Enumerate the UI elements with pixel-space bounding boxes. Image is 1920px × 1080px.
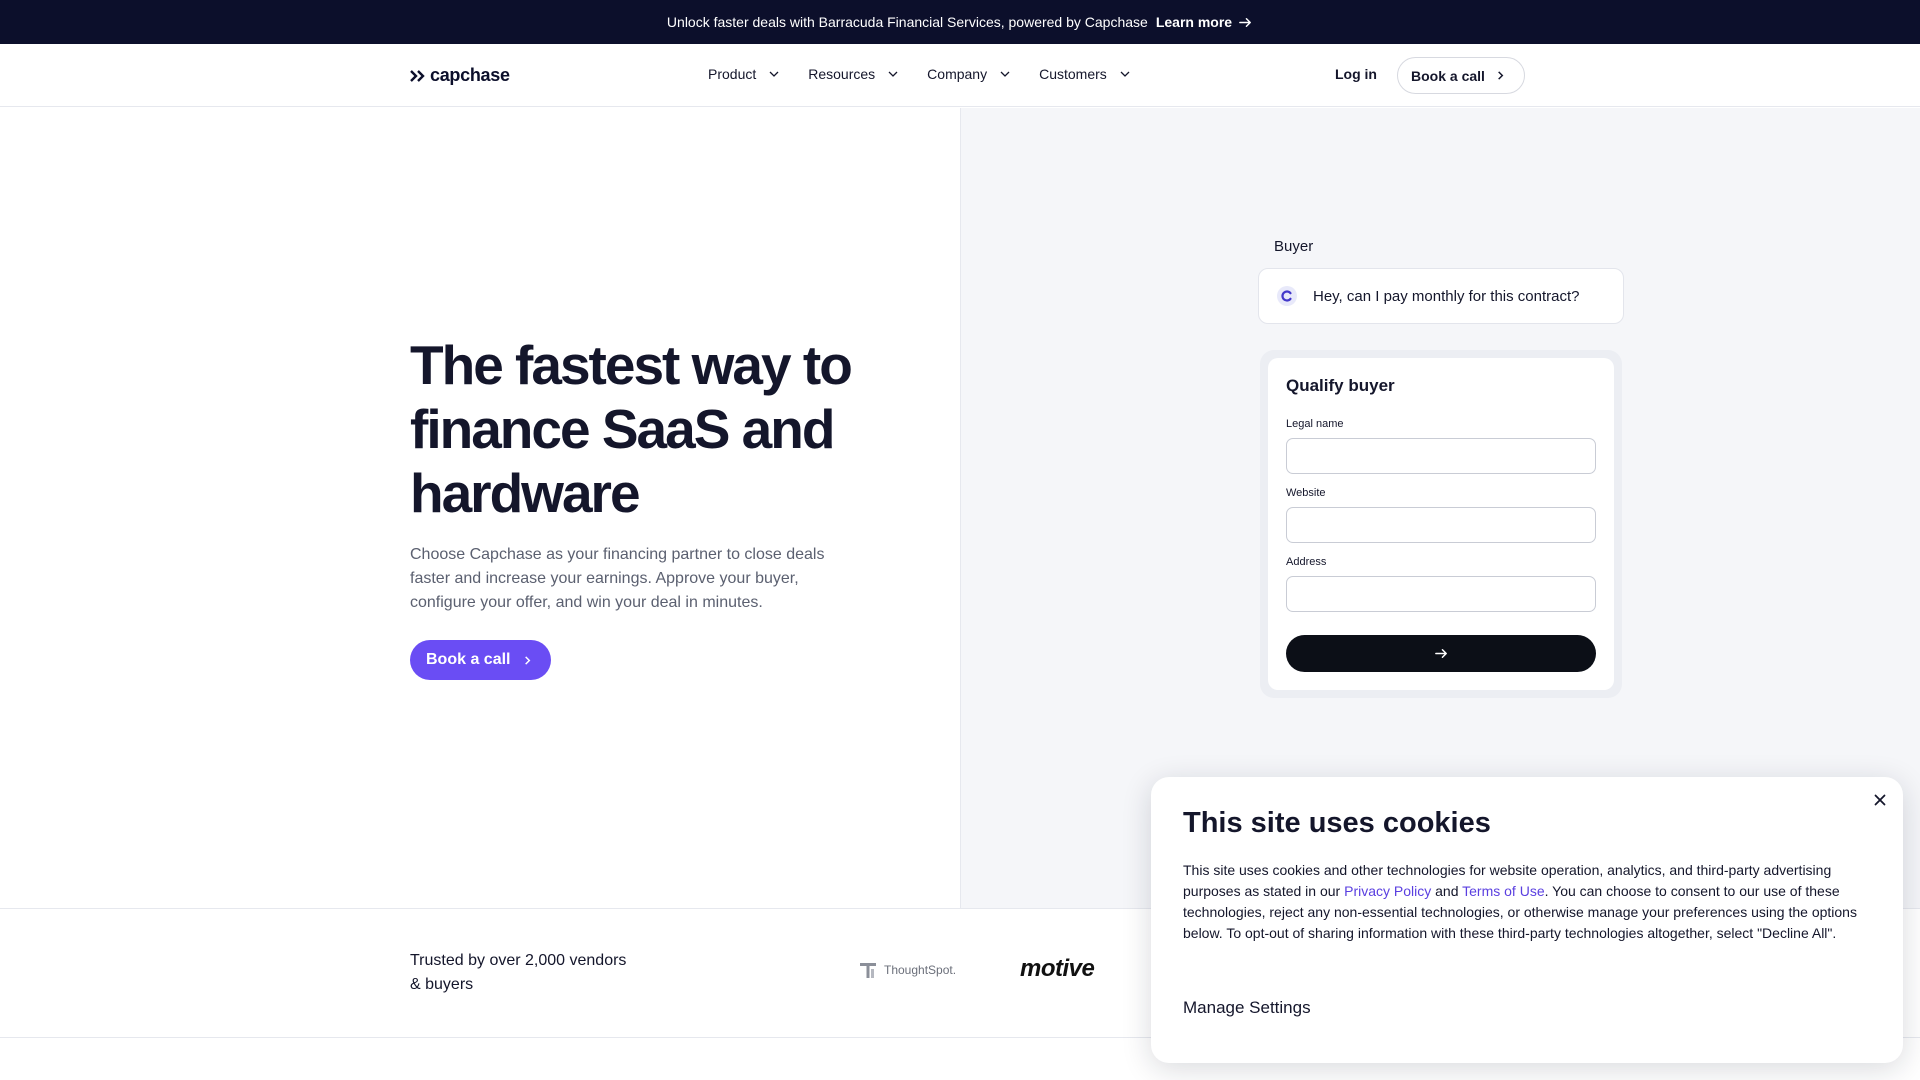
thoughtspot-logo: ThoughtSpot. <box>858 960 956 980</box>
legal-name-input[interactable] <box>1286 438 1596 474</box>
menu-product[interactable]: Product <box>708 66 780 82</box>
book-call-nav-button[interactable]: Book a call <box>1397 57 1525 94</box>
manage-settings-button[interactable]: Manage Settings <box>1183 998 1311 1018</box>
capchase-mark-icon <box>410 69 425 82</box>
announcement-bar: Unlock faster deals with Barracuda Finan… <box>0 0 1920 44</box>
chevron-right-icon <box>1498 71 1504 80</box>
address-label: Address <box>1286 556 1327 568</box>
menu-company[interactable]: Company <box>927 66 1011 82</box>
chevron-right-icon <box>525 655 531 665</box>
cta-label: Book a call <box>426 651 511 668</box>
thoughtspot-text: ThoughtSpot. <box>884 963 957 977</box>
chevron-down-icon <box>1000 71 1010 77</box>
login-link[interactable]: Log in <box>1335 66 1377 82</box>
qualify-submit-button[interactable] <box>1286 635 1596 672</box>
menu-label: Resources <box>808 66 876 82</box>
website-input[interactable] <box>1286 507 1596 543</box>
arrow-right-icon <box>1434 649 1447 658</box>
menu-label: Customers <box>1039 66 1107 82</box>
buyer-label: Buyer <box>1274 238 1314 255</box>
trusted-text: Trusted by over 2,000 vendors & buyers <box>410 952 627 993</box>
top-nav: capchase Product Resources Company Custo… <box>0 44 1920 107</box>
privacy-policy-link[interactable]: Privacy Policy <box>1344 883 1431 899</box>
menu-customers[interactable]: Customers <box>1039 66 1131 82</box>
legal-name-label: Legal name <box>1286 418 1344 430</box>
hero-headline: The fastest way to finance SaaS and hard… <box>410 334 853 524</box>
menu-resources[interactable]: Resources <box>808 66 899 82</box>
capchase-logo[interactable]: capchase <box>410 65 510 86</box>
chevron-down-icon <box>1120 71 1130 77</box>
qualify-title: Qualify buyer <box>1286 376 1395 395</box>
book-call-hero-button[interactable]: Book a call <box>410 640 552 680</box>
hero-subtext: Choose Capchase as your financing partne… <box>410 546 825 611</box>
cookie-text-2: and <box>1431 883 1463 899</box>
menu-label: Company <box>927 66 988 82</box>
motive-logo: motive <box>1020 955 1095 982</box>
chevron-down-icon <box>769 71 779 77</box>
capchase-c-icon <box>1281 290 1292 302</box>
menu-label: Product <box>708 66 757 82</box>
cookie-title: This site uses cookies <box>1183 807 1491 839</box>
terms-of-use-link[interactable]: Terms of Use <box>1462 883 1544 899</box>
capchase-avatar <box>1277 286 1297 306</box>
learn-more-label: Learn more <box>1155 14 1233 30</box>
chevron-down-icon <box>888 71 898 77</box>
website-label: Website <box>1286 487 1326 499</box>
cookie-body: This site uses cookies and other technol… <box>1183 860 1863 944</box>
book-call-label: Book a call <box>1411 67 1485 84</box>
close-icon <box>1874 794 1886 806</box>
announcement-text: Unlock faster deals with Barracuda Finan… <box>666 14 1148 30</box>
learn-more-link[interactable]: Learn more <box>1156 14 1253 30</box>
arrow-right-icon <box>1239 17 1252 27</box>
main-menu: Product Resources Company Customers <box>708 66 1131 82</box>
logo-text: capchase <box>430 65 510 85</box>
close-cookie-button[interactable] <box>1871 791 1889 809</box>
address-input[interactable] <box>1286 576 1596 612</box>
thoughtspot-mark-icon <box>860 963 876 978</box>
buyer-message: Hey, can I pay monthly for this contract… <box>1313 287 1580 305</box>
buyer-message-bubble: Hey, can I pay monthly for this contract… <box>1258 268 1624 324</box>
